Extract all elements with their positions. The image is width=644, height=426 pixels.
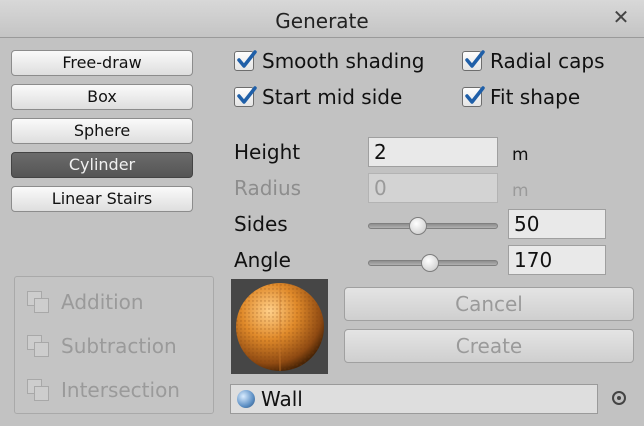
fit-shape-checkbox[interactable]: Fit shape (462, 84, 580, 110)
checkmark-icon (462, 50, 485, 71)
angle-input[interactable]: 170 (508, 245, 606, 275)
csg-operation-panel: Addition Subtraction Intersection (14, 276, 214, 414)
radius-label: Radius (234, 176, 302, 200)
fit-shape-label: Fit shape (490, 85, 581, 109)
height-input[interactable]: 2 (368, 137, 498, 167)
radius-unit: m (512, 181, 529, 201)
sides-slider-thumb[interactable] (409, 217, 428, 235)
checkmark-icon (234, 86, 257, 107)
sides-input[interactable]: 50 (508, 209, 606, 239)
material-label: Wall (261, 387, 303, 411)
create-button[interactable]: Create (344, 329, 634, 363)
angle-label: Angle (234, 248, 291, 272)
preview-sphere-image (236, 283, 324, 371)
sides-slider-track[interactable] (368, 223, 498, 229)
shape-preview (231, 279, 328, 374)
csg-intersection-label: Intersection (61, 378, 180, 402)
mode-button-linear-stairs[interactable]: Linear Stairs (11, 186, 193, 212)
radial-caps-checkbox[interactable]: Radial caps (462, 48, 605, 74)
sphere-material-icon (237, 390, 255, 408)
mode-button-cylinder[interactable]: Cylinder (11, 152, 193, 178)
radial-caps-label: Radial caps (490, 49, 605, 73)
start-mid-side-label: Start mid side (262, 85, 403, 109)
csg-subtraction-label: Subtraction (61, 334, 177, 358)
sides-label: Sides (234, 212, 288, 236)
cancel-button[interactable]: Cancel (344, 287, 634, 321)
checkmark-icon (462, 86, 485, 107)
csg-intersection[interactable]: Intersection (27, 375, 180, 405)
csg-addition[interactable]: Addition (27, 287, 144, 317)
window-title: Generate (275, 9, 369, 33)
radius-input[interactable]: 0 (368, 173, 498, 203)
csg-addition-label: Addition (61, 290, 144, 314)
title-bar: Generate ✕ (0, 0, 644, 38)
smooth-shading-label: Smooth shading (262, 49, 425, 73)
mode-button-sphere[interactable]: Sphere (11, 118, 193, 144)
material-field[interactable]: Wall (230, 384, 598, 414)
mode-button-free-draw[interactable]: Free-draw (11, 50, 193, 76)
subtraction-icon (27, 335, 49, 357)
checkmark-icon (234, 50, 257, 71)
intersection-icon (27, 379, 49, 401)
addition-icon (27, 291, 49, 313)
object-picker-icon[interactable] (612, 391, 626, 405)
smooth-shading-checkbox[interactable]: Smooth shading (234, 48, 425, 74)
angle-slider-thumb[interactable] (420, 254, 439, 272)
csg-subtraction[interactable]: Subtraction (27, 331, 177, 361)
start-mid-side-checkbox[interactable]: Start mid side (234, 84, 402, 110)
close-icon[interactable]: ✕ (612, 7, 630, 27)
height-label: Height (234, 140, 301, 164)
height-unit: m (512, 145, 529, 165)
mode-button-box[interactable]: Box (11, 84, 193, 110)
